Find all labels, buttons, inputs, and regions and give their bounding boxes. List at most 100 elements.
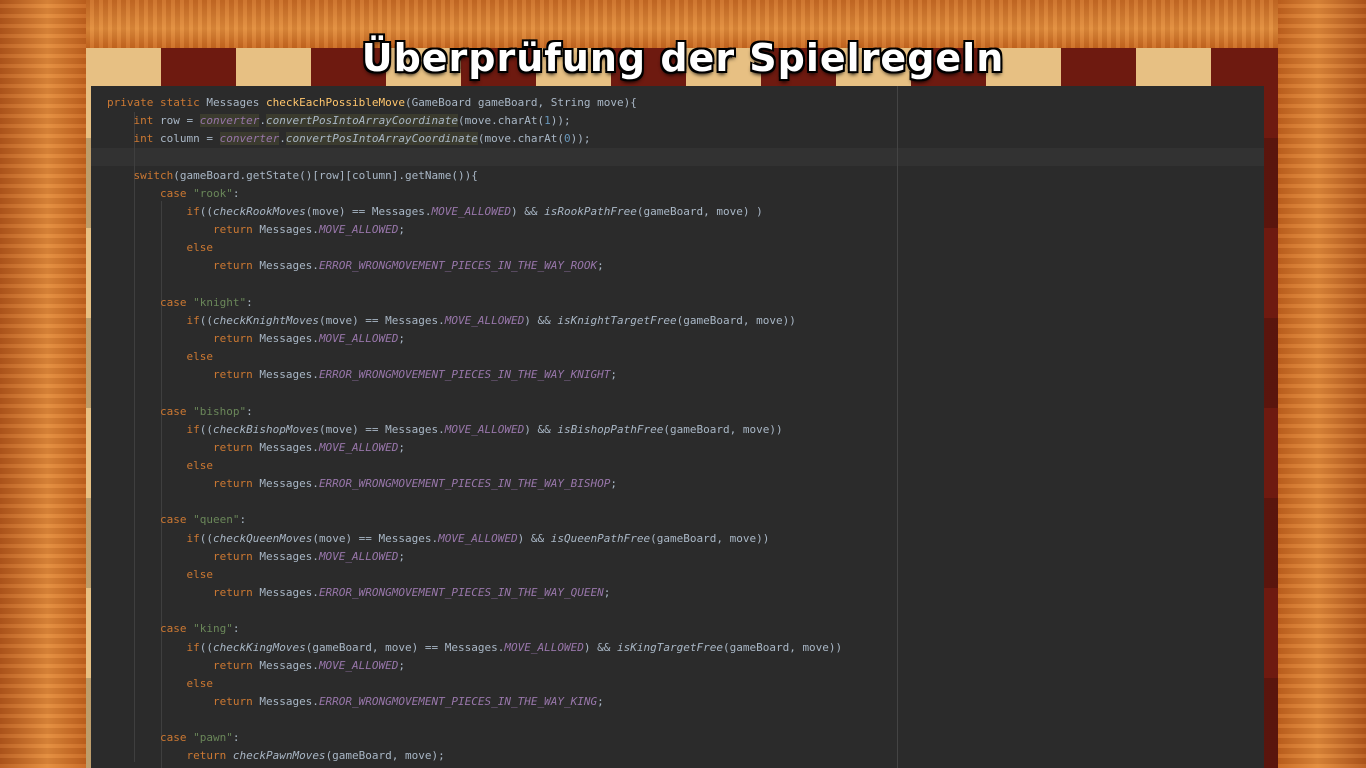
current-line-highlight [91, 148, 1264, 166]
code-token: ; [398, 549, 406, 563]
code-token: if [186, 422, 200, 436]
code-token: MOVE_ALLOWED [438, 531, 518, 545]
code-token: . [259, 114, 266, 128]
code-token: converter [199, 114, 260, 128]
code-token: ) && [517, 531, 551, 545]
code-line: else [107, 675, 213, 693]
code-line: switch(gameBoard.getState()[row][column]… [107, 167, 478, 185]
code-token: case [159, 622, 194, 636]
code-token: 0 [564, 132, 571, 146]
code-line: int column = converter.convertPosIntoArr… [107, 130, 591, 148]
code-token: Messages. [259, 694, 319, 708]
code-token: case [159, 404, 194, 418]
code-token: isKingTargetFree [617, 640, 723, 654]
code-token: ERROR_WRONGMOVEMENT_PIECES_IN_THE_WAY_KN… [318, 368, 611, 382]
code-token: Messages [206, 96, 266, 109]
code-token: if [186, 531, 200, 545]
code-token: else [186, 350, 213, 364]
code-token: (gameBoard, move) == Messages. [305, 640, 505, 654]
code-token: Messages. [259, 368, 319, 382]
code-token: return [212, 549, 260, 563]
code-token: checkBishopMoves [212, 422, 319, 436]
code-token: (move) == Messages. [312, 531, 439, 545]
code-token: MOVE_ALLOWED [318, 658, 399, 672]
code-token: int [133, 132, 160, 146]
code-editor[interactable]: private static Messages checkEachPossibl… [91, 86, 1264, 768]
code-token: checkQueenMoves [212, 531, 313, 545]
code-line: if((checkRookMoves(move) == Messages.MOV… [107, 203, 762, 221]
code-token: : [232, 186, 240, 200]
code-line: else [107, 457, 213, 475]
code-token: Messages. [259, 658, 319, 672]
code-token: : [232, 622, 240, 636]
code-token: (move.charAt( [477, 132, 564, 146]
code-token: "bishop" [193, 404, 247, 418]
code-token: isQueenPathFree [550, 531, 651, 545]
code-line: case "queen": [107, 511, 246, 529]
code-token: (move) == Messages. [318, 422, 445, 436]
code-token: checkRookMoves [212, 204, 306, 218]
code-token: if [186, 313, 200, 327]
code-token: "pawn" [193, 731, 233, 745]
code-line: return Messages.MOVE_ALLOWED; [107, 657, 405, 675]
code-line: return Messages.ERROR_WRONGMOVEMENT_PIEC… [107, 366, 617, 384]
code-token: MOVE_ALLOWED [431, 204, 512, 218]
code-line: return Messages.MOVE_ALLOWED; [107, 221, 405, 239]
code-token: Messages. [259, 259, 319, 273]
code-line: return checkPawnMoves(gameBoard, move); [107, 747, 444, 765]
code-token: return [212, 331, 260, 345]
frame-right-edge [1278, 0, 1366, 768]
code-line: else [107, 348, 213, 366]
code-line: return Messages.MOVE_ALLOWED; [107, 330, 405, 348]
code-token: return [212, 694, 260, 708]
code-token: (gameBoard, move)) [663, 422, 783, 436]
code-token: else [186, 459, 213, 472]
code-token: return [212, 586, 260, 600]
code-token: checkEachPossibleMove [265, 96, 406, 109]
code-token: ERROR_WRONGMOVEMENT_PIECES_IN_THE_WAY_RO… [318, 259, 598, 273]
code-token: Messages. [259, 440, 319, 454]
code-token: Messages. [259, 477, 319, 491]
code-token: (move.charAt( [458, 114, 545, 128]
code-token: ; [597, 694, 604, 708]
frame-left-edge [0, 0, 86, 768]
code-token: MOVE_ALLOWED [318, 440, 399, 454]
code-token: ) && [511, 204, 545, 218]
code-token: if [186, 640, 200, 654]
code-line: return Messages.MOVE_ALLOWED; [107, 439, 405, 457]
code-line: return Messages.MOVE_ALLOWED; [107, 548, 405, 566]
code-line: return Messages.ERROR_WRONGMOVEMENT_PIEC… [107, 584, 610, 602]
code-token: int [133, 114, 160, 128]
code-token: MOVE_ALLOWED [318, 223, 399, 237]
code-token: checkKnightMoves [212, 313, 319, 327]
code-token: ; [398, 331, 406, 345]
code-token: else [186, 241, 213, 255]
code-token: )); [570, 132, 591, 146]
code-token: ERROR_WRONGMOVEMENT_PIECES_IN_THE_WAY_BI… [318, 477, 611, 491]
code-token: convertPosIntoArrayCoordinate [285, 132, 478, 146]
code-token: (( [199, 531, 213, 545]
code-token: switch [133, 168, 174, 182]
code-token: ; [610, 368, 617, 382]
code-token: : [239, 513, 247, 527]
code-line: else [107, 239, 213, 257]
code-token: return [212, 223, 260, 237]
code-token: (GameBoard gameBoard, String move){ [405, 96, 637, 109]
code-token: (( [199, 313, 213, 327]
code-line: return Messages.ERROR_WRONGMOVEMENT_PIEC… [107, 693, 604, 711]
code-token: checkKingMoves [212, 640, 306, 654]
code-token: (( [199, 422, 213, 436]
